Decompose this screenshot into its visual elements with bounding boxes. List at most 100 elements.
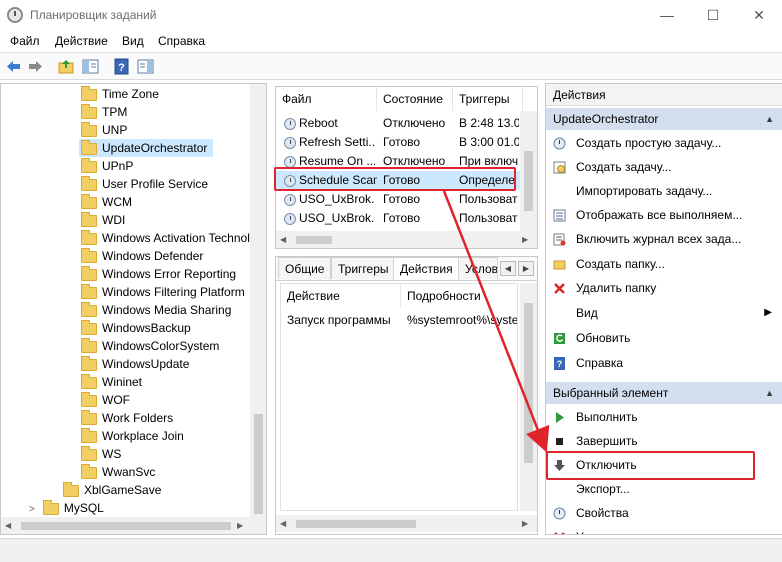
- action-delete-folder[interactable]: Удалить папку: [546, 277, 782, 299]
- scroll-left-icon[interactable]: ◀: [280, 235, 286, 245]
- details-horizontal-scrollbar[interactable]: ◀ ▶: [276, 515, 537, 532]
- tree-item[interactable]: Wininet: [81, 373, 142, 391]
- menu-file[interactable]: Файл: [10, 34, 40, 48]
- tree-item[interactable]: Time Zone: [81, 85, 159, 103]
- tree-vertical-scrollbar[interactable]: [250, 84, 266, 517]
- action-create-task[interactable]: Создать задачу...: [546, 156, 782, 178]
- tab-conditions[interactable]: Услов: [458, 257, 498, 279]
- group-header-selected-item[interactable]: Выбранный элемент ▲: [546, 382, 782, 404]
- tree-item[interactable]: Windows Filtering Platform: [81, 283, 245, 301]
- action-properties[interactable]: Свойства: [546, 502, 782, 524]
- scrollbar-thumb[interactable]: [21, 522, 231, 530]
- folder-icon: [81, 301, 97, 317]
- scroll-left-icon[interactable]: ◀: [5, 521, 11, 531]
- menu-help[interactable]: Справка: [158, 34, 205, 48]
- action-help[interactable]: ? Справка: [546, 352, 782, 374]
- task-row[interactable]: USO_UxBrok... Готово Пользоват: [276, 209, 521, 228]
- tree-item[interactable]: WindowsBackup: [81, 319, 191, 337]
- action-show-running[interactable]: Отображать все выполняем...: [546, 204, 782, 226]
- scrollbar-thumb[interactable]: [296, 236, 332, 244]
- tab-general[interactable]: Общие: [278, 257, 332, 279]
- tree-item[interactable]: UNP: [81, 121, 127, 139]
- task-list-horizontal-scrollbar[interactable]: ◀ ▶: [276, 231, 537, 248]
- tree-horizontal-scrollbar[interactable]: ◀ ▶: [1, 517, 266, 534]
- action-type-cell[interactable]: Запуск программы: [287, 311, 401, 329]
- action-enable-history[interactable]: Включить журнал всех зада...: [546, 228, 782, 250]
- action-export[interactable]: Экспорт...: [546, 478, 782, 500]
- tree-item[interactable]: Windows Activation Technologies: [81, 229, 266, 247]
- action-end[interactable]: Завершить: [546, 430, 782, 452]
- actions-table: Действие Подробности Запуск программы %s…: [280, 283, 518, 511]
- action-delete[interactable]: У: [546, 526, 782, 534]
- tree-item[interactable]: WwanSvc: [81, 463, 155, 481]
- tree-item[interactable]: Windows Media Sharing: [81, 301, 231, 319]
- scrollbar-thumb[interactable]: [254, 414, 263, 514]
- folder-open-icon: [81, 139, 97, 155]
- chevron-right-icon[interactable]: >: [29, 504, 35, 515]
- folder-up-icon[interactable]: [58, 58, 75, 75]
- back-arrow-icon[interactable]: [5, 58, 22, 75]
- action-details-cell[interactable]: %systemroot%\syste: [407, 311, 517, 329]
- forward-arrow-icon[interactable]: [27, 58, 44, 75]
- column-header-status[interactable]: Состояние: [377, 87, 453, 111]
- tab-actions[interactable]: Действия: [393, 257, 460, 280]
- tree-item[interactable]: Windows Defender: [81, 247, 203, 265]
- action-run[interactable]: Выполнить: [546, 406, 782, 428]
- column-header-details[interactable]: Подробности: [401, 284, 519, 308]
- group-header-folder[interactable]: UpdateOrchestrator ▲: [546, 108, 782, 130]
- menu-view[interactable]: Вид: [122, 34, 144, 48]
- close-button[interactable]: ✕: [736, 0, 782, 30]
- tree-item[interactable]: WCM: [81, 193, 132, 211]
- collapse-icon[interactable]: ▲: [765, 108, 774, 130]
- action-view[interactable]: Вид ▶: [546, 302, 782, 324]
- minimize-button[interactable]: —: [644, 0, 690, 30]
- tree-item[interactable]: WDI: [81, 211, 125, 229]
- scroll-right-icon[interactable]: ▶: [237, 521, 243, 531]
- create-task-icon: [553, 161, 566, 174]
- help-icon[interactable]: ?: [113, 58, 130, 75]
- column-header-triggers[interactable]: Триггеры: [453, 87, 523, 111]
- tab-scroll-right-icon[interactable]: ▶: [518, 261, 534, 276]
- scrollbar-thumb[interactable]: [524, 303, 533, 463]
- tree-item[interactable]: User Profile Service: [81, 175, 208, 193]
- tree-item[interactable]: XblGameSave: [63, 481, 161, 499]
- task-row[interactable]: Reboot Отключено В 2:48 13.09: [276, 114, 521, 133]
- tree-item[interactable]: > MySQL: [29, 499, 104, 517]
- collapse-icon[interactable]: ▲: [765, 382, 774, 404]
- folder-icon: [81, 85, 97, 101]
- action-import-task[interactable]: Импортировать задачу...: [546, 180, 782, 202]
- tree-item[interactable]: WindowsUpdate: [81, 355, 189, 373]
- action-create-folder[interactable]: Создать папку...: [546, 253, 782, 275]
- scroll-left-icon[interactable]: ◀: [280, 519, 286, 529]
- scroll-right-icon[interactable]: ▶: [522, 235, 528, 245]
- task-row[interactable]: Refresh Setti... Готово В 3:00 01.01: [276, 133, 521, 152]
- maximize-button[interactable]: ☐: [690, 0, 736, 30]
- action-create-basic-task[interactable]: Создать простую задачу...: [546, 132, 782, 154]
- show-action-pane-icon[interactable]: [137, 58, 154, 75]
- details-vertical-scrollbar[interactable]: [520, 283, 537, 511]
- tree-item[interactable]: WOF: [81, 391, 130, 409]
- tree-item[interactable]: Windows Error Reporting: [81, 265, 236, 283]
- tree-item[interactable]: Workplace Join: [81, 427, 184, 445]
- tree-item[interactable]: WindowsColorSystem: [81, 337, 219, 355]
- tree-item-selected[interactable]: UpdateOrchestrator: [79, 139, 213, 157]
- tree-item[interactable]: Work Folders: [81, 409, 173, 427]
- column-header-action[interactable]: Действие: [281, 284, 401, 308]
- tree-item[interactable]: TPM: [81, 103, 127, 121]
- folder-tree-panel: Time Zone TPM UNP UpdateOrchestrator UPn…: [0, 83, 267, 535]
- task-details-panel: Общие Триггеры Действия Услов ◀ ▶ Действ…: [275, 256, 538, 535]
- scrollbar-thumb[interactable]: [296, 520, 416, 528]
- menu-action[interactable]: Действие: [55, 34, 108, 48]
- tab-scroll-left-icon[interactable]: ◀: [500, 261, 516, 276]
- task-row[interactable]: USO_UxBrok... Готово Пользоват: [276, 190, 521, 209]
- tab-triggers[interactable]: Триггеры: [331, 257, 396, 279]
- column-header-name[interactable]: Файл: [276, 87, 377, 111]
- action-refresh[interactable]: Обновить: [546, 327, 782, 349]
- scrollbar-thumb[interactable]: [524, 151, 533, 211]
- scroll-right-icon[interactable]: ▶: [522, 519, 528, 529]
- tree-item[interactable]: WS: [81, 445, 121, 463]
- task-list-vertical-scrollbar[interactable]: [520, 111, 537, 231]
- title-bar: Планировщик заданий — ☐ ✕: [0, 0, 782, 30]
- show-hide-tree-icon[interactable]: [82, 58, 99, 75]
- tree-item[interactable]: UPnP: [81, 157, 133, 175]
